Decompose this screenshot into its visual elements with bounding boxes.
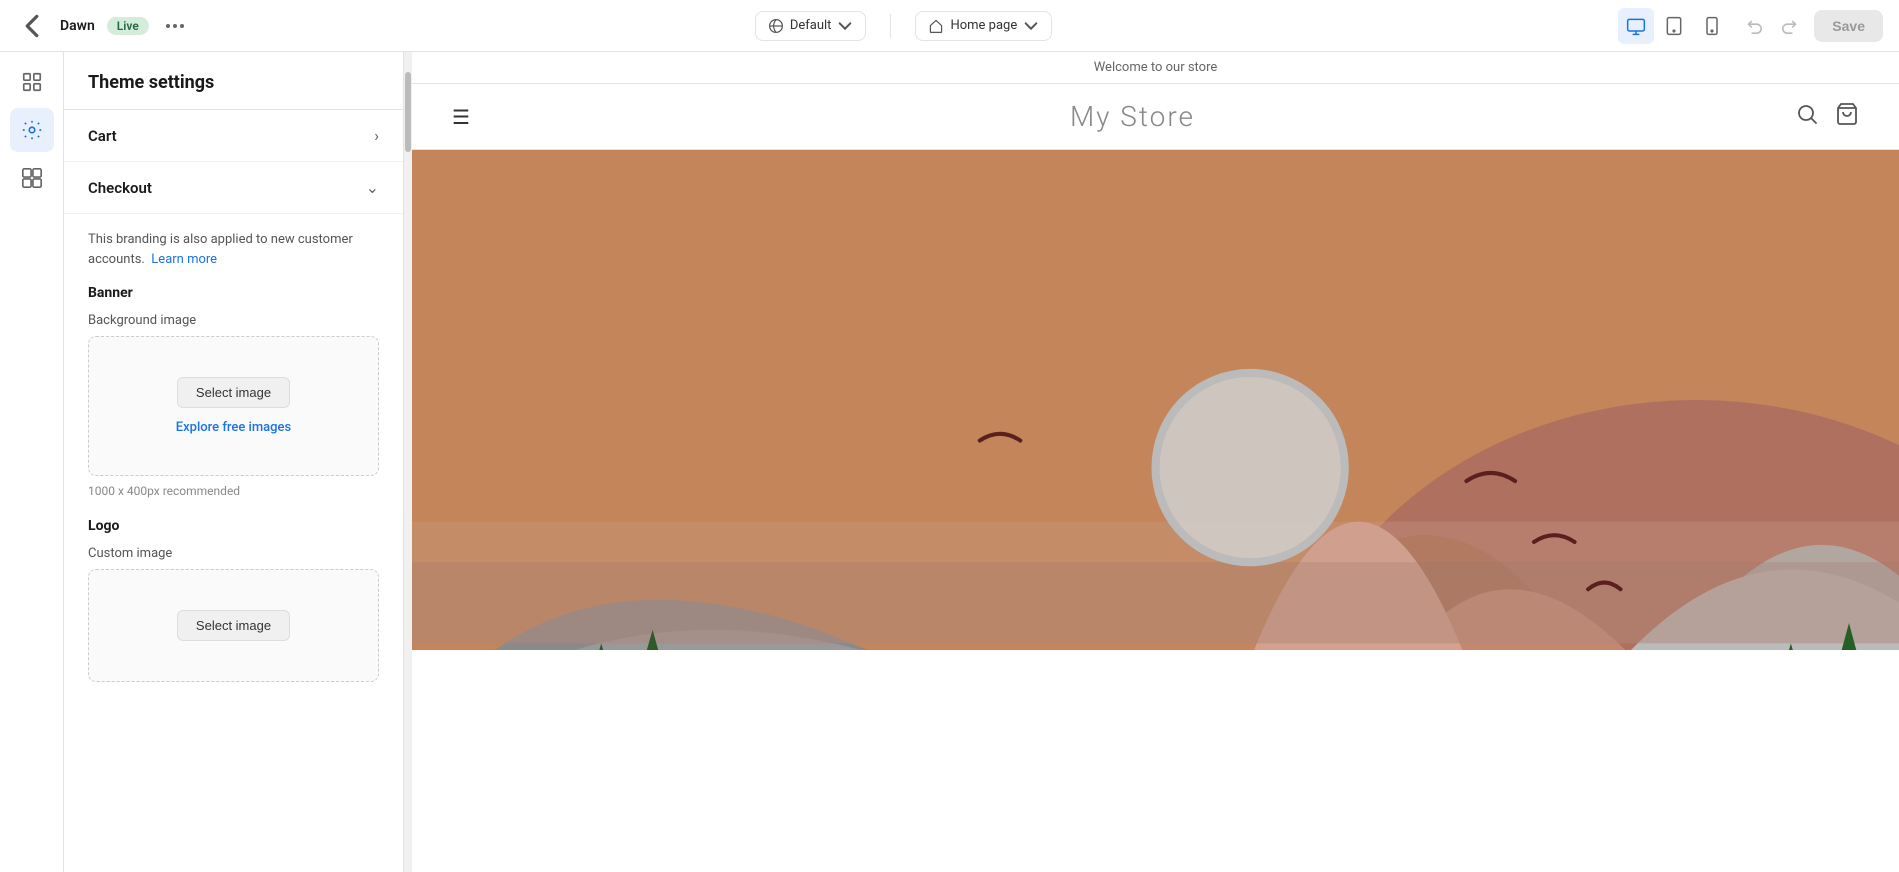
preview-area: Welcome to our store ☰ My Store [412,52,1899,872]
view-buttons [1618,8,1730,44]
checkout-chevron-icon: ⌄ [366,178,379,197]
redo-button[interactable] [1774,10,1806,42]
store-header-icons [1795,102,1859,132]
panel-scrollbar-track[interactable] [404,52,412,872]
cart-icon[interactable] [1835,102,1859,132]
hamburger-icon[interactable]: ☰ [452,105,470,129]
checkout-section: Checkout ⌄ This branding is also applied… [64,162,403,722]
learn-more-link[interactable]: Learn more [151,252,217,267]
checkout-body: This branding is also applied to new cus… [64,214,403,706]
view-desktop-btn[interactable] [1618,8,1654,44]
sidebar-apps-btn[interactable] [10,156,54,200]
cart-section-label: Cart [88,127,117,145]
store-announcement-bar: Welcome to our store [412,52,1899,84]
checkout-header[interactable]: Checkout ⌄ [64,162,403,214]
nav-default-pill[interactable]: Default [755,11,867,41]
store-logo: My Store [1070,100,1195,133]
panel-scrollbar-thumb[interactable] [405,72,411,152]
main-layout: Theme settings Cart › Checkout ⌄ This br… [0,52,1899,872]
search-icon[interactable] [1795,102,1819,132]
cart-chevron-icon: › [374,126,379,145]
nav-default-label: Default [790,18,832,33]
preview-inner: Welcome to our store ☰ My Store [412,52,1899,872]
select-image-button[interactable]: Select image [177,377,290,408]
topbar-right: Save [1618,8,1883,44]
nav-homepage-pill[interactable]: Home page [915,11,1052,41]
view-mobile-btn[interactable] [1694,8,1730,44]
logo-subsection-title: Logo [88,518,379,534]
icon-sidebar [0,52,64,872]
save-button[interactable]: Save [1814,10,1883,42]
view-tablet-btn[interactable] [1656,8,1692,44]
nav-separator [890,14,891,38]
sidebar-sections-btn[interactable] [10,60,54,104]
store-header: ☰ My Store [412,84,1899,150]
custom-image-upload-box[interactable]: Select image [88,569,379,682]
hero-image [412,150,1899,650]
settings-body: Cart › Checkout ⌄ This branding is also … [64,110,403,872]
hero-illustration [412,150,1899,650]
undo-button[interactable] [1738,10,1770,42]
topbar-center: Default Home page [755,11,1052,41]
custom-image-label: Custom image [88,546,379,561]
sidebar-theme-settings-btn[interactable] [10,108,54,152]
background-image-upload-box[interactable]: Select image Explore free images [88,336,379,476]
explore-free-images-link[interactable]: Explore free images [176,420,291,435]
background-image-label: Background image [88,313,379,328]
settings-title: Theme settings [88,72,379,93]
topbar-left: Dawn Live [16,10,189,42]
settings-panel: Theme settings Cart › Checkout ⌄ This br… [64,52,404,872]
cart-section-item[interactable]: Cart › [64,110,403,162]
undo-redo-controls [1738,10,1806,42]
topbar: Dawn Live Default Home page [0,0,1899,52]
settings-header: Theme settings [64,52,403,110]
image-hint-text: 1000 x 400px recommended [88,484,379,498]
back-button[interactable] [16,10,48,42]
more-button[interactable] [161,12,189,40]
live-badge: Live [107,17,149,35]
banner-subsection-title: Banner [88,285,379,301]
checkout-description: This branding is also applied to new cus… [88,230,379,269]
nav-homepage-label: Home page [950,18,1017,33]
store-preview: Welcome to our store ☰ My Store [412,52,1899,872]
checkout-section-label: Checkout [88,179,152,197]
store-name-label: Dawn [60,18,95,34]
select-custom-image-button[interactable]: Select image [177,610,290,641]
